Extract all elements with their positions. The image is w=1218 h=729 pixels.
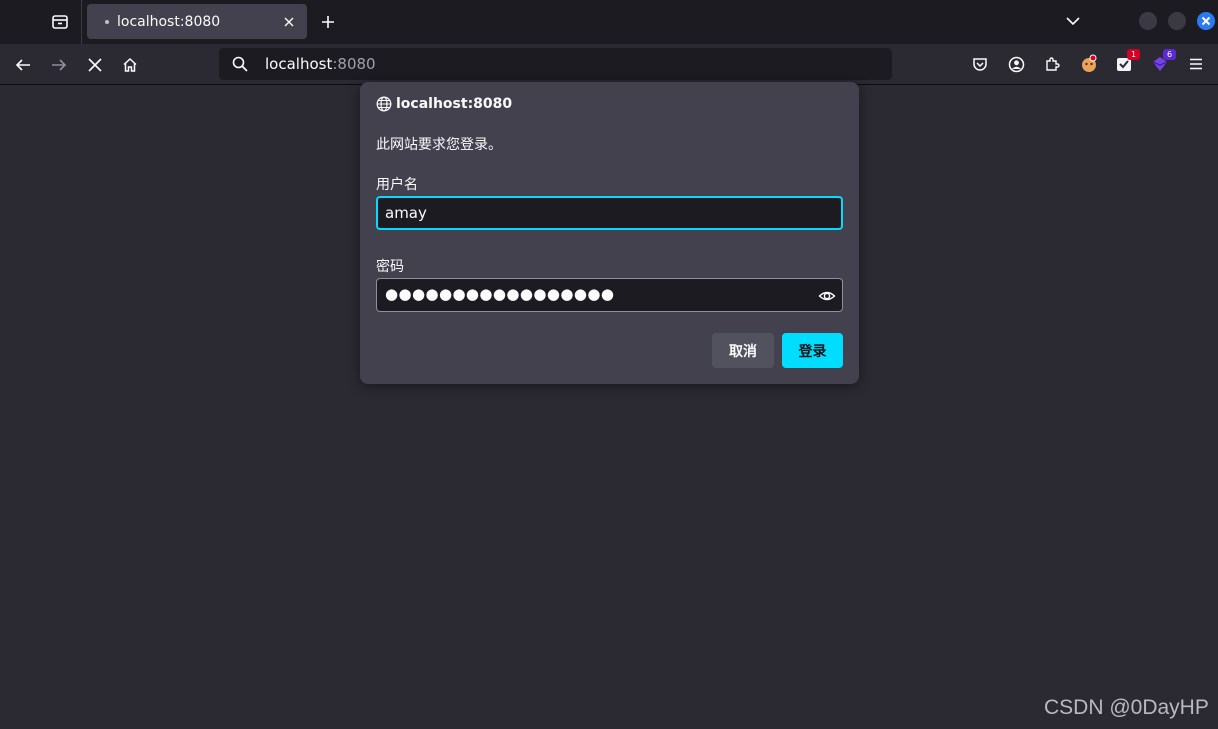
url-text[interactable]: localhost:8080 (265, 55, 376, 73)
globe-icon (376, 96, 392, 112)
home-button[interactable] (117, 52, 143, 78)
pocket-icon[interactable] (968, 52, 992, 76)
extension-c-badge: 6 (1163, 49, 1176, 60)
maximize-button[interactable] (1168, 12, 1186, 30)
url-port: :8080 (332, 55, 376, 73)
url-bar[interactable]: localhost:8080 (219, 48, 892, 80)
tab-title: localhost:8080 (117, 13, 221, 30)
dialog-origin: localhost:8080 (396, 96, 513, 112)
list-all-tabs-icon[interactable] (1062, 10, 1084, 32)
home-icon (123, 57, 137, 72)
watermark: CSDN @0DayHP (1044, 696, 1209, 719)
stop-button[interactable] (82, 52, 108, 78)
username-label: 用户名 (376, 177, 418, 193)
back-arrow-icon (15, 59, 30, 71)
dialog-message: 此网站要求您登录。 (376, 137, 502, 153)
password-label: 密码 (376, 259, 404, 275)
extension-b-icon[interactable]: 1 (1112, 49, 1140, 76)
new-tab-icon[interactable] (316, 10, 340, 34)
window-close-button[interactable] (1197, 12, 1215, 30)
password-masked-value[interactable]: ●●●●●●●●●●●●●●●●● (385, 285, 614, 303)
account-icon[interactable] (1004, 52, 1028, 76)
forward-arrow-icon (52, 59, 67, 71)
menu-icon[interactable] (1184, 52, 1208, 76)
minimize-button[interactable] (1139, 12, 1157, 30)
tab-strip: localhost:8080 (0, 0, 1218, 44)
dialog-header: localhost:8080 (376, 96, 512, 112)
tabbar-divider (81, 0, 82, 44)
forward-button[interactable] (46, 52, 72, 78)
password-field[interactable]: ●●●●●●●●●●●●●●●●● (376, 278, 843, 312)
extension-a-icon[interactable] (1077, 52, 1101, 76)
extensions-icon[interactable] (1040, 52, 1064, 76)
login-button[interactable]: 登录 (782, 333, 843, 368)
back-button[interactable] (10, 52, 36, 78)
url-host: localhost (265, 55, 333, 73)
username-input[interactable] (378, 198, 841, 228)
loading-dot-icon (105, 19, 109, 24)
cancel-button[interactable]: 取消 (712, 333, 774, 368)
tab-overview-icon[interactable] (46, 8, 74, 36)
navigation-toolbar: localhost:8080 1 6 (0, 44, 1218, 85)
search-icon (232, 56, 248, 72)
close-icon (1201, 16, 1211, 26)
extension-c-icon[interactable]: 6 (1148, 49, 1176, 76)
show-password-eye-icon[interactable] (818, 287, 836, 305)
tab-localhost[interactable]: localhost:8080 (87, 4, 307, 39)
stop-icon (88, 58, 102, 72)
extension-b-badge: 1 (1127, 49, 1140, 60)
username-field[interactable] (376, 196, 843, 230)
login-dialog: localhost:8080 此网站要求您登录。 用户名 密码 ●●●●●●●●… (360, 82, 859, 384)
tab-close-icon[interactable] (279, 12, 299, 32)
